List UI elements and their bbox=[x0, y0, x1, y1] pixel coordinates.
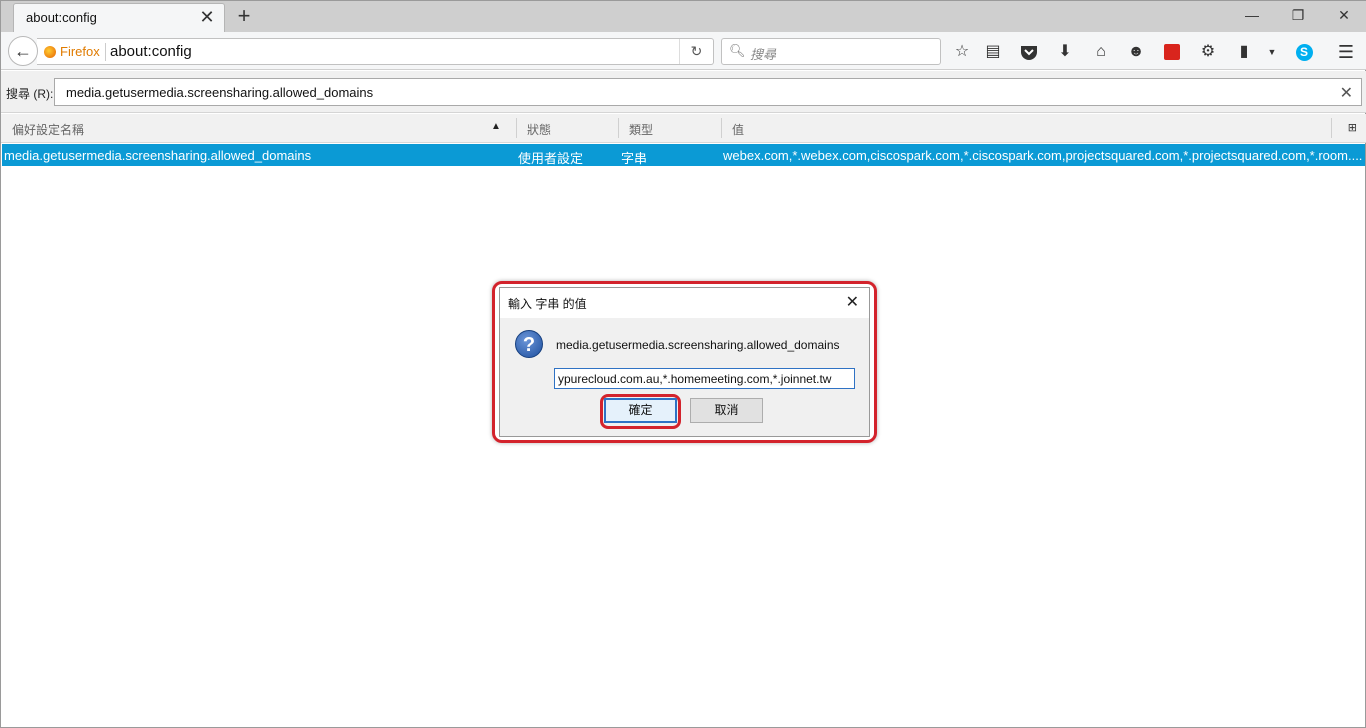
clipboard-icon[interactable]: ▮ bbox=[1233, 41, 1255, 63]
tab-about-config[interactable]: about:config ✕ bbox=[13, 3, 225, 32]
tab-close-icon[interactable]: ✕ bbox=[198, 8, 216, 26]
pref-type-cell: 字串 bbox=[621, 151, 648, 166]
filter-row: 搜尋 (R): media.getusermedia.screensharing… bbox=[1, 71, 1366, 113]
value-input[interactable]: ypurecloud.com.au,*.homemeeting.com,*.jo… bbox=[554, 368, 855, 389]
clear-filter-icon[interactable]: ✕ bbox=[1340, 83, 1353, 103]
dialog-title: 輸入 字串 的值 bbox=[508, 297, 587, 311]
ok-button[interactable]: 確定 bbox=[604, 398, 677, 423]
column-separator[interactable] bbox=[618, 118, 619, 138]
cancel-button[interactable]: 取消 bbox=[690, 398, 763, 423]
filter-input[interactable]: media.getusermedia.screensharing.allowed… bbox=[54, 78, 1362, 106]
table-header: 偏好設定名稱 ▲ 狀態 類型 值 ⊞ bbox=[1, 114, 1366, 143]
new-tab-button[interactable]: + bbox=[233, 5, 255, 27]
dialog-close-icon[interactable]: ✕ bbox=[846, 292, 859, 312]
column-header-name[interactable]: 偏好設定名稱 bbox=[12, 121, 84, 138]
star-icon[interactable]: ☆ bbox=[951, 41, 973, 63]
column-separator bbox=[1331, 118, 1332, 138]
column-picker-icon[interactable]: ⊞ bbox=[1348, 121, 1357, 134]
pref-value-cell: webex.com,*.webex.com,ciscospark.com,*.c… bbox=[723, 148, 1363, 163]
menu-icon[interactable]: ☰ bbox=[1335, 41, 1357, 63]
table-row[interactable]: media.getusermedia.screensharing.allowed… bbox=[2, 144, 1365, 166]
search-icon: 🔍︎ bbox=[729, 43, 746, 58]
dropdown-icon[interactable]: ▼ bbox=[1261, 41, 1283, 63]
dialog-message: media.getusermedia.screensharing.allowed… bbox=[556, 338, 840, 352]
filter-value: media.getusermedia.screensharing.allowed… bbox=[66, 85, 374, 100]
emoji-icon[interactable]: ☻ bbox=[1125, 41, 1147, 63]
minimize-button[interactable]: — bbox=[1229, 1, 1275, 29]
pref-name-cell: media.getusermedia.screensharing.allowed… bbox=[4, 148, 312, 163]
home-icon[interactable]: ⌂ bbox=[1090, 41, 1112, 63]
column-separator[interactable] bbox=[516, 118, 517, 138]
pocket-icon[interactable] bbox=[1018, 41, 1040, 63]
tab-bar: about:config ✕ + — ❐ ✕ bbox=[1, 1, 1366, 32]
browser-window: about:config ✕ + — ❐ ✕ Firefox about:con… bbox=[0, 0, 1366, 728]
question-icon: ? bbox=[515, 330, 543, 358]
column-header-value[interactable]: 值 bbox=[732, 121, 744, 138]
extension-icon[interactable]: ⚙ bbox=[1197, 41, 1219, 63]
dialog-titlebar: 輸入 字串 的值 ✕ bbox=[500, 288, 869, 318]
reading-list-icon[interactable]: ▤ bbox=[982, 41, 1004, 63]
column-header-status[interactable]: 狀態 bbox=[527, 121, 551, 138]
acrobat-icon[interactable] bbox=[1161, 41, 1183, 63]
edit-string-dialog: 輸入 字串 的值 ✕ ? media.getusermedia.screensh… bbox=[499, 287, 870, 437]
close-window-button[interactable]: ✕ bbox=[1321, 1, 1366, 29]
back-button[interactable]: ← bbox=[8, 36, 38, 66]
pref-status-cell: 使用者設定 bbox=[518, 151, 584, 166]
identity-label: Firefox bbox=[60, 44, 100, 59]
firefox-logo-icon bbox=[44, 45, 56, 58]
column-separator[interactable] bbox=[721, 118, 722, 138]
search-bar[interactable]: 🔍︎ 搜尋 bbox=[721, 38, 941, 65]
search-placeholder: 搜尋 bbox=[750, 47, 777, 62]
filter-label: 搜尋 (R): bbox=[6, 87, 54, 101]
download-icon[interactable]: ⬇ bbox=[1054, 41, 1076, 63]
url-separator bbox=[105, 43, 106, 61]
skype-icon[interactable]: S bbox=[1293, 41, 1315, 63]
value-input-text: ypurecloud.com.au,*.homemeeting.com,*.jo… bbox=[558, 372, 832, 386]
url-bar[interactable]: Firefox about:config ↻ bbox=[37, 38, 714, 65]
tab-title: about:config bbox=[26, 10, 97, 25]
navigation-bar: Firefox about:config ↻ ← 🔍︎ 搜尋 ☆ ▤ ⬇ ⌂ ☻… bbox=[1, 32, 1366, 70]
sort-ascending-icon: ▲ bbox=[491, 121, 501, 132]
column-header-type[interactable]: 類型 bbox=[629, 121, 653, 138]
url-text[interactable]: about:config bbox=[110, 43, 192, 60]
restore-button[interactable]: ❐ bbox=[1275, 1, 1321, 29]
identity-box[interactable]: Firefox bbox=[44, 44, 100, 59]
reload-icon[interactable]: ↻ bbox=[679, 39, 713, 64]
